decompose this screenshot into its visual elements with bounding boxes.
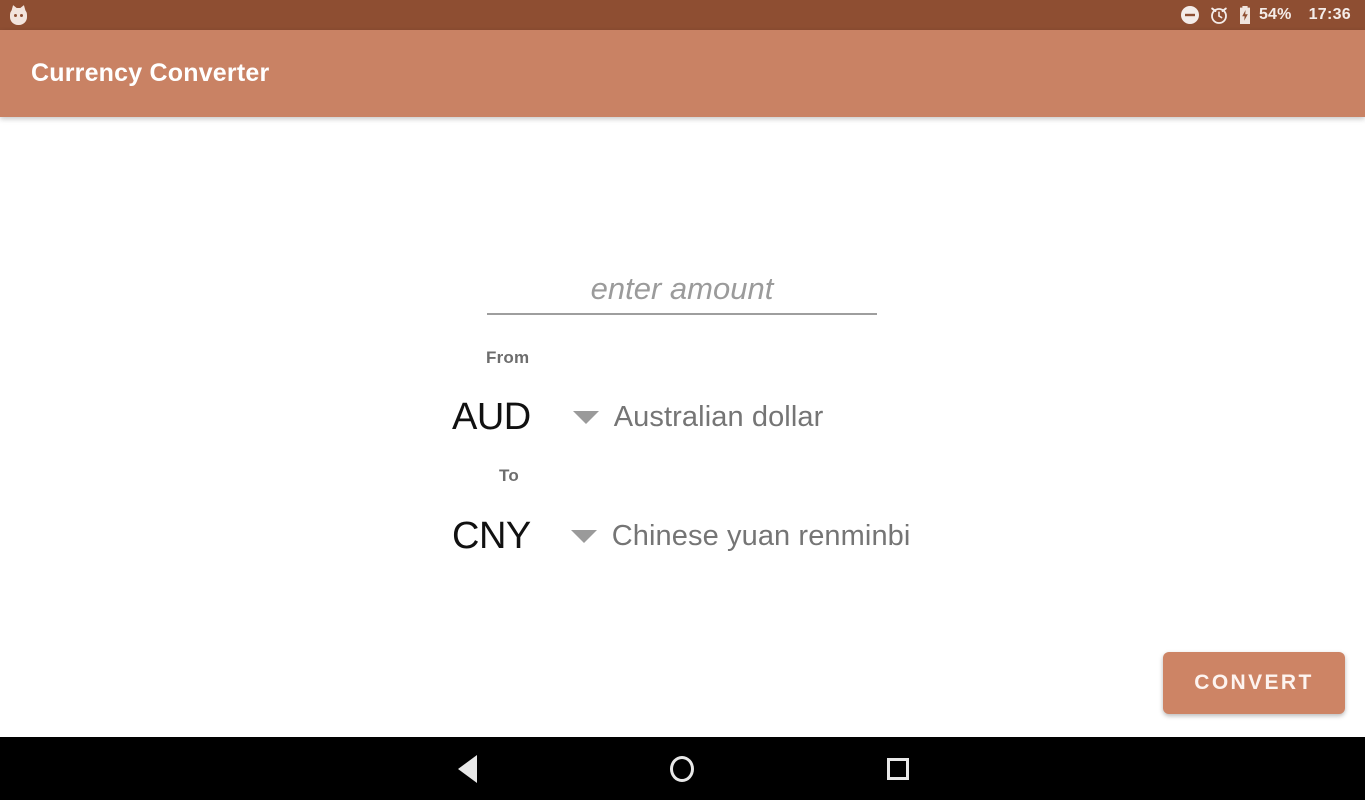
from-currency-name: Australian dollar: [613, 400, 824, 433]
amount-input[interactable]: [487, 271, 877, 313]
status-bar-system-icons: 54% 17:36: [1180, 5, 1351, 25]
android-robot-icon: [9, 3, 28, 26]
chevron-down-icon[interactable]: [570, 529, 597, 543]
to-label: To: [499, 466, 519, 485]
android-navigation-bar: [0, 737, 1365, 800]
convert-button[interactable]: CONVERT: [1163, 652, 1345, 714]
do-not-disturb-icon: [1180, 6, 1199, 24]
status-bar-notifications: [9, 3, 28, 26]
alarm-clock-icon: [1211, 7, 1227, 24]
android-status-bar: 54% 17:36: [0, 0, 1365, 30]
to-currency-selector[interactable]: CNY Chinese yuan renminbi: [452, 508, 910, 564]
main-content: From AUD Australian dollar To CNY Chines…: [0, 117, 1365, 737]
nav-recents-button[interactable]: [858, 737, 938, 800]
to-currency-code: CNY: [452, 515, 531, 557]
battery-charging-icon: [1239, 6, 1250, 24]
recents-square-icon: [887, 757, 909, 780]
back-triangle-icon: [457, 754, 477, 783]
from-currency-selector[interactable]: AUD Australian dollar: [452, 389, 823, 445]
nav-back-button[interactable]: [427, 737, 507, 800]
page-title: Currency Converter: [31, 59, 270, 87]
status-bar-clock: 17:36: [1308, 6, 1351, 23]
home-circle-icon: [670, 755, 694, 782]
app-bar: Currency Converter: [0, 30, 1365, 117]
app-root: 54% 17:36 Currency Converter From AUD Au…: [0, 0, 1365, 800]
from-currency-code: AUD: [452, 396, 531, 438]
nav-home-button[interactable]: [642, 737, 722, 800]
from-label: From: [486, 348, 530, 367]
battery-percent-label: 54%: [1258, 6, 1292, 23]
chevron-down-icon[interactable]: [572, 410, 599, 424]
amount-field-wrapper[interactable]: [487, 265, 877, 315]
to-currency-name: Chinese yuan renminbi: [611, 519, 911, 552]
